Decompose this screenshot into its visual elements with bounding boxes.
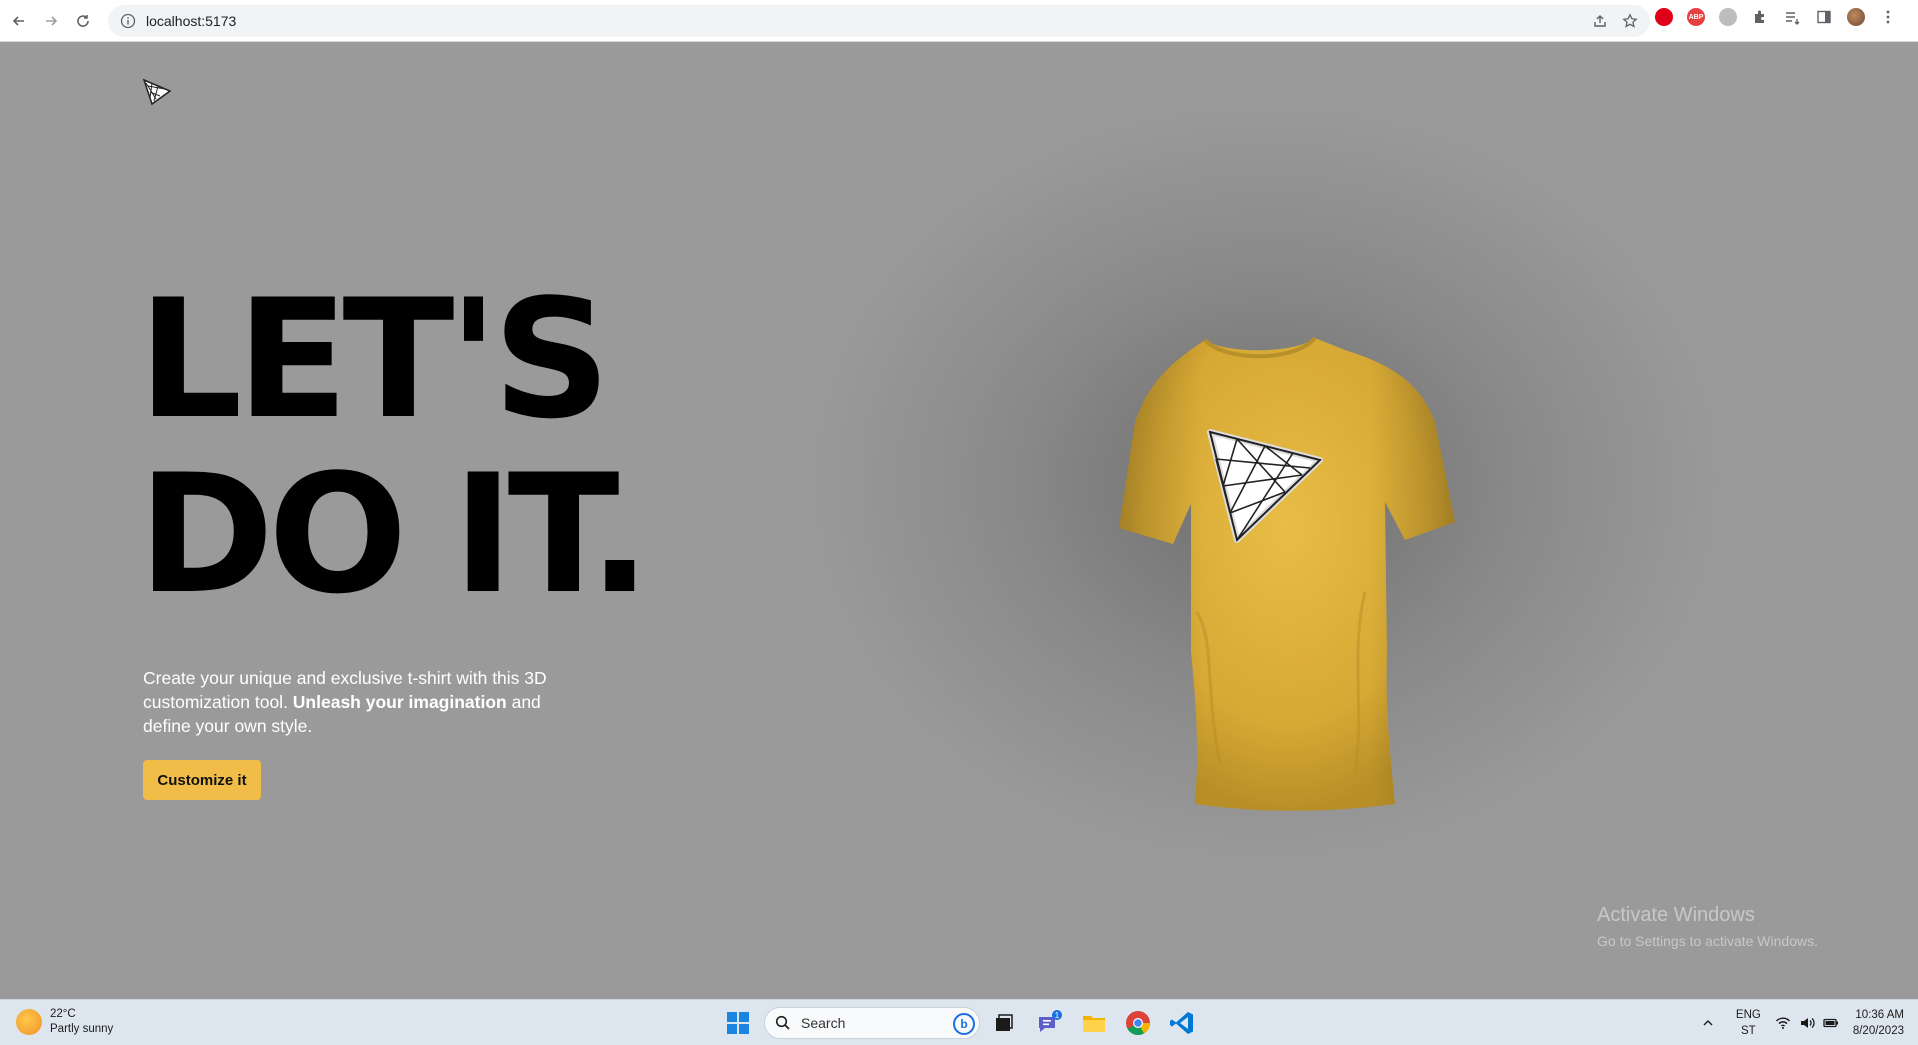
bing-icon[interactable]: b — [953, 1013, 975, 1035]
battery-icon — [1823, 1015, 1839, 1031]
page-content: LET'S DO IT. Create your unique and excl… — [0, 42, 1918, 999]
windows-start-icon[interactable] — [727, 1012, 749, 1034]
file-explorer-icon[interactable] — [1080, 1009, 1108, 1037]
reading-list-icon[interactable] — [1783, 8, 1801, 26]
hero-headline: LET'S DO IT. — [138, 264, 651, 630]
partly-sunny-icon — [16, 1009, 42, 1035]
lang-line-1: ENG — [1735, 1009, 1761, 1021]
wifi-icon — [1775, 1015, 1791, 1031]
teams-badge-count: 1 — [1055, 1011, 1060, 1020]
headline-line-2: DO IT. — [138, 439, 651, 630]
windows-taskbar: 22°C Partly sunny Search b 1 ENG ST 10:3… — [0, 999, 1918, 1045]
clock-time: 10:36 AM — [1855, 1009, 1904, 1021]
volume-icon — [1799, 1015, 1815, 1031]
clock[interactable]: 10:36 AM 8/20/2023 — [1853, 1007, 1904, 1039]
forward-icon[interactable] — [38, 8, 64, 34]
quick-settings[interactable] — [1775, 1015, 1839, 1031]
vscode-icon[interactable] — [1168, 1009, 1196, 1037]
share-icon[interactable] — [1592, 13, 1608, 29]
weather-temp: 22°C — [50, 1008, 76, 1020]
lang-line-2: ST — [1741, 1025, 1756, 1037]
browser-toolbar: localhost:5173 ABP — [0, 0, 1918, 42]
search-label: Search — [801, 1015, 846, 1031]
extension-grey-icon[interactable] — [1719, 8, 1737, 26]
clock-date: 8/20/2023 — [1852, 1025, 1904, 1037]
activate-windows-watermark: Activate Windows Go to Settings to activ… — [1597, 904, 1818, 949]
watermark-title: Activate Windows — [1597, 904, 1755, 926]
task-view-icon[interactable] — [990, 1009, 1018, 1037]
chrome-icon[interactable] — [1124, 1009, 1152, 1037]
chevron-up-icon[interactable] — [1694, 1009, 1722, 1037]
weather-desc: Partly sunny — [50, 1023, 114, 1035]
tshirt-3d-model[interactable] — [1045, 292, 1485, 812]
language-indicator[interactable]: ENG ST — [1736, 1007, 1761, 1039]
system-tray: ENG ST 10:36 AM 8/20/2023 — [1694, 1000, 1918, 1045]
opera-extension-icon[interactable] — [1655, 8, 1673, 26]
side-panel-icon[interactable] — [1815, 8, 1833, 26]
bookmark-star-icon[interactable] — [1622, 13, 1638, 29]
reload-icon[interactable] — [70, 8, 96, 34]
triangle-logo-icon[interactable] — [142, 77, 172, 107]
taskbar-search[interactable]: Search b — [764, 1007, 980, 1039]
intro-bold: Unleash your imagination — [292, 692, 507, 712]
profile-avatar[interactable] — [1847, 8, 1865, 26]
url-text[interactable]: localhost:5173 — [146, 13, 236, 29]
weather-widget[interactable]: 22°C Partly sunny — [16, 1007, 113, 1037]
site-info-icon[interactable] — [120, 13, 136, 29]
adblock-plus-icon[interactable]: ABP — [1687, 8, 1705, 26]
back-icon[interactable] — [6, 8, 32, 34]
search-icon — [775, 1015, 790, 1030]
headline-line-1: LET'S — [138, 264, 611, 455]
watermark-subtitle: Go to Settings to activate Windows. — [1597, 933, 1818, 949]
more-menu-icon[interactable] — [1879, 8, 1897, 26]
hero-intro-text: Create your unique and exclusive t-shirt… — [143, 666, 593, 738]
customize-button[interactable]: Customize it — [143, 760, 261, 800]
teams-chat-icon[interactable]: 1 — [1035, 1009, 1063, 1037]
address-bar[interactable]: localhost:5173 — [108, 5, 1650, 37]
puzzle-icon[interactable] — [1751, 8, 1769, 26]
